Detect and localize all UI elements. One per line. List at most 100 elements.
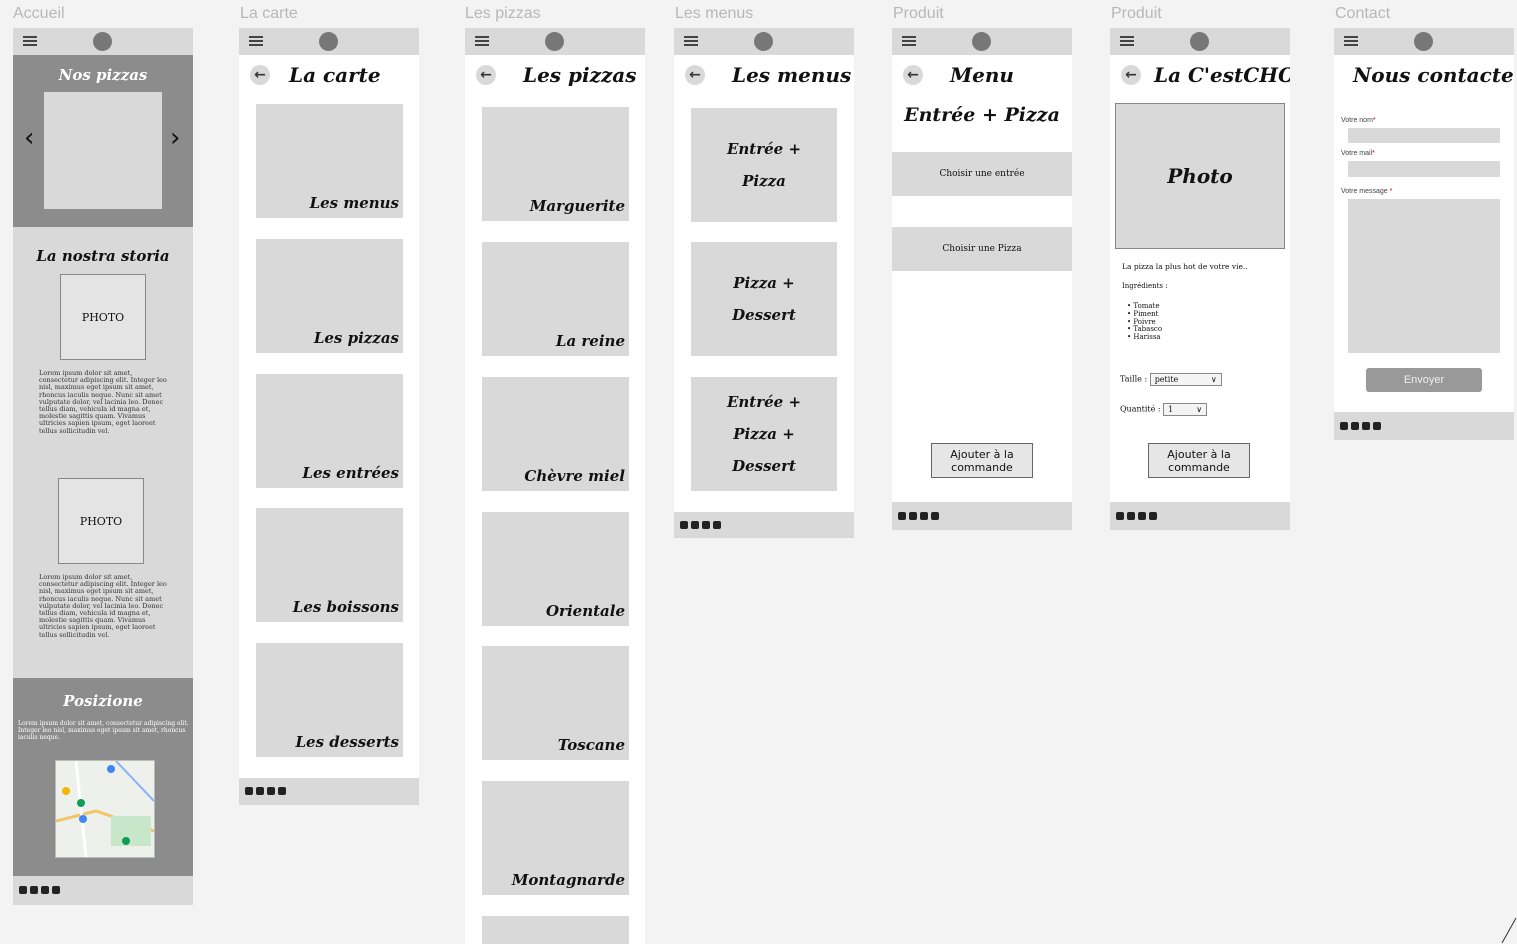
hero-carousel: Nos pizzas ‹ ›	[13, 55, 193, 227]
tiktok-icon[interactable]	[931, 512, 939, 520]
social-links	[1340, 422, 1381, 430]
frame-label-produit-pizza: Produit	[1111, 5, 1162, 22]
hero-title: Nos pizzas	[58, 66, 148, 84]
choose-starter-row[interactable]: Choisir une entrée	[892, 152, 1072, 196]
choose-pizza-row[interactable]: Choisir une Pizza	[892, 227, 1072, 271]
menu-line: Entrée +	[726, 140, 802, 158]
story-title: La nostra storia	[36, 247, 170, 265]
pizza-tile-orientale[interactable]: Orientale	[482, 512, 629, 626]
menu-icon[interactable]	[249, 36, 263, 46]
x-icon[interactable]	[702, 521, 710, 529]
frame-label-menus: Les menus	[675, 5, 754, 22]
top-bar	[465, 28, 645, 55]
facebook-icon[interactable]	[898, 512, 906, 520]
quantity-select[interactable]: 1 ∨	[1163, 403, 1208, 416]
size-select[interactable]: petite ∨	[1149, 373, 1222, 386]
quantity-value: 1	[1168, 405, 1174, 414]
tile-label: Les entrées	[302, 464, 399, 482]
instagram-icon[interactable]	[1351, 422, 1359, 430]
category-tile-pizzas[interactable]: Les pizzas	[256, 239, 403, 353]
pizza-tile-chevre-miel[interactable]: Chèvre miel	[482, 377, 629, 491]
tiktok-icon[interactable]	[278, 787, 286, 795]
back-icon[interactable]: ←	[1121, 65, 1141, 85]
social-links	[680, 521, 721, 529]
tiktok-icon[interactable]	[52, 886, 60, 894]
tiktok-icon[interactable]	[1373, 422, 1381, 430]
category-tile-desserts[interactable]: Les desserts	[256, 643, 403, 757]
instagram-icon[interactable]	[256, 787, 264, 795]
carousel-image	[44, 92, 162, 209]
tiktok-icon[interactable]	[713, 521, 721, 529]
page-title: Menu	[950, 63, 1014, 87]
menu-tile-entree-pizza[interactable]: Entrée + Pizza	[691, 108, 837, 222]
facebook-icon[interactable]	[245, 787, 253, 795]
pizza-tile-montagnarde[interactable]: Montagnarde	[482, 781, 629, 895]
pizza-tile-partial[interactable]	[482, 916, 629, 944]
back-icon[interactable]: ←	[250, 65, 270, 85]
message-label-text: Votre message	[1341, 188, 1390, 195]
menu-icon[interactable]	[902, 36, 916, 46]
facebook-icon[interactable]	[680, 521, 688, 529]
mail-field[interactable]	[1348, 161, 1500, 177]
menu-icon[interactable]	[1120, 36, 1134, 46]
back-icon[interactable]: ←	[685, 65, 705, 85]
add-to-order-button[interactable]: Ajouter à la commande	[931, 443, 1033, 478]
carousel-next-icon[interactable]: ›	[170, 125, 180, 151]
category-tile-menus[interactable]: Les menus	[256, 104, 403, 218]
required-mark: *	[1372, 150, 1375, 157]
pizza-tile-reine[interactable]: La reine	[482, 242, 629, 356]
button-line: Ajouter à la	[950, 447, 1014, 461]
menu-line: Entrée +	[726, 393, 802, 411]
message-field[interactable]	[1348, 199, 1500, 353]
menu-line: Pizza	[742, 172, 786, 190]
map-graphic	[56, 761, 154, 857]
tile-label: Montagnarde	[511, 871, 625, 889]
facebook-icon[interactable]	[1116, 512, 1124, 520]
location-map[interactable]	[55, 760, 155, 858]
page-title: Nous contacter	[1353, 63, 1514, 87]
x-icon[interactable]	[267, 787, 275, 795]
x-icon[interactable]	[1362, 422, 1370, 430]
tile-label: Marguerite	[529, 197, 625, 215]
x-icon[interactable]	[1138, 512, 1146, 520]
ingredient-name: Poivre	[1133, 317, 1156, 326]
top-bar	[1334, 28, 1514, 55]
facebook-icon[interactable]	[1340, 422, 1348, 430]
top-bar	[674, 28, 854, 55]
back-icon[interactable]: ←	[476, 65, 496, 85]
menu-tile-pizza-dessert[interactable]: Pizza + Dessert	[691, 242, 837, 356]
menu-tile-entree-pizza-dessert[interactable]: Entrée + Pizza + Dessert	[691, 377, 837, 491]
instagram-icon[interactable]	[691, 521, 699, 529]
menu-icon[interactable]	[23, 36, 37, 46]
position-text: Lorem ipsum dolor sit amet, consectetur …	[18, 720, 189, 741]
carousel-prev-icon[interactable]: ‹	[24, 125, 34, 151]
product-tagline: La pizza la plus hot de votre vie..	[1122, 262, 1248, 271]
pizza-tile-marguerite[interactable]: Marguerite	[482, 107, 629, 221]
facebook-icon[interactable]	[19, 886, 27, 894]
story-photo-2: PHOTO	[58, 478, 144, 564]
add-to-order-button[interactable]: Ajouter à la commande	[1148, 443, 1250, 478]
tile-label: Toscane	[557, 736, 625, 754]
tiktok-icon[interactable]	[1149, 512, 1157, 520]
instagram-icon[interactable]	[1127, 512, 1135, 520]
instagram-icon[interactable]	[30, 886, 38, 894]
pizza-tile-toscane[interactable]: Toscane	[482, 646, 629, 760]
social-links	[898, 512, 939, 520]
tile-label: Les boissons	[292, 598, 399, 616]
category-tile-boissons[interactable]: Les boissons	[256, 508, 403, 622]
back-icon[interactable]: ←	[903, 65, 923, 85]
menu-icon[interactable]	[475, 36, 489, 46]
social-links	[245, 787, 286, 795]
position-title: Posizione	[63, 692, 143, 710]
menu-icon[interactable]	[1344, 36, 1358, 46]
x-icon[interactable]	[41, 886, 49, 894]
send-button[interactable]: Envoyer	[1366, 368, 1482, 392]
name-field[interactable]	[1348, 128, 1500, 143]
frame-label-accueil: Accueil	[13, 5, 65, 22]
menu-icon[interactable]	[684, 36, 698, 46]
story-photo-1: PHOTO	[60, 274, 146, 360]
instagram-icon[interactable]	[909, 512, 917, 520]
logo-icon	[1414, 32, 1433, 51]
x-icon[interactable]	[920, 512, 928, 520]
category-tile-entrees[interactable]: Les entrées	[256, 374, 403, 488]
